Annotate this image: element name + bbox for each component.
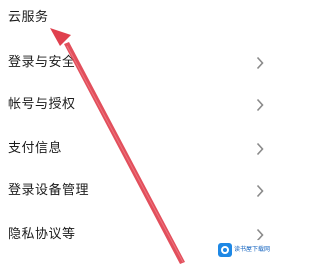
chevron-right-icon (256, 98, 264, 112)
menu-item-label: 云服务 (8, 10, 49, 25)
site-watermark: 读书屋下载网 (216, 240, 274, 262)
menu-item-label: 支付信息 (8, 141, 63, 156)
menu-item-label: 登录与安全 (8, 55, 76, 70)
site-logo-icon (218, 243, 232, 257)
menu-item-cloud-service[interactable]: 云服务 (0, 0, 276, 38)
menu-item-login-device-management[interactable]: 登录设备管理 (0, 171, 276, 211)
menu-item-login-security[interactable]: 登录与安全 (0, 43, 276, 83)
chevron-right-icon (256, 184, 264, 198)
menu-item-account-authorization[interactable]: 帐号与授权 (0, 85, 276, 125)
settings-menu: 云服务 登录与安全 帐号与授权 支付信息 登录设备管理 隐私协议等 (0, 0, 276, 264)
menu-item-label: 帐号与授权 (8, 97, 76, 112)
chevron-right-icon (256, 142, 264, 156)
menu-item-payment-info[interactable]: 支付信息 (0, 129, 276, 169)
menu-item-label: 登录设备管理 (8, 183, 90, 198)
menu-item-label: 隐私协议等 (8, 227, 76, 242)
chevron-right-icon (256, 56, 264, 70)
watermark-text: 读书屋下载网 (234, 246, 271, 253)
